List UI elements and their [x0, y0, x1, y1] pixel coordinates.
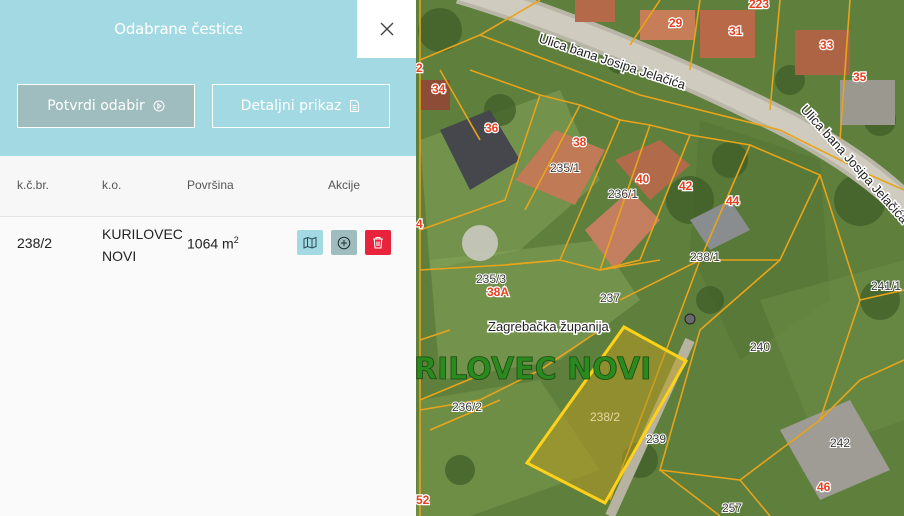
panel-title: Odabrane čestice — [114, 20, 243, 38]
confirm-selection-label: Potvrdi odabir — [47, 98, 145, 114]
parcel-number-label: 236/2 — [452, 400, 482, 414]
house-number: 36 — [485, 121, 499, 135]
selected-parcels-panel: Odabrane čestice Potvrdi odabir Detaljni… — [0, 0, 416, 516]
add-button[interactable] — [331, 230, 357, 255]
house-number: 52 — [416, 493, 430, 507]
column-parcel-number: k.č.br. — [17, 178, 50, 192]
parcel-number-label: 235/3 — [476, 272, 506, 286]
plus-circle-icon — [337, 236, 351, 249]
parcel-number-label: 240 — [750, 340, 770, 354]
parcel-number-label: 238/1 — [690, 250, 720, 264]
house-number: 31 — [729, 24, 743, 38]
parcel-number-label: 239 — [646, 432, 666, 446]
location-marker — [684, 313, 696, 325]
selected-parcel-label: 238/2 — [590, 410, 620, 424]
parcel-number-label: 236/1 — [608, 187, 638, 201]
confirm-selection-button[interactable]: Potvrdi odabir — [17, 84, 195, 128]
close-icon — [380, 22, 394, 36]
trash-icon — [373, 236, 383, 249]
close-button[interactable] — [357, 0, 416, 58]
parcel-number-label: 237 — [600, 291, 620, 305]
house-number: 38 — [573, 135, 587, 149]
play-circle-icon — [153, 100, 165, 112]
parcel-area-value: 1064 m — [187, 235, 234, 252]
house-number: 38A — [487, 285, 509, 299]
parcel-number-label: 257 — [722, 501, 742, 515]
delete-button[interactable] — [365, 230, 391, 255]
detail-view-button[interactable]: Detaljni prikaz — [212, 84, 390, 128]
area-unit-superscript: 2 — [233, 235, 239, 245]
cadastral-area: KURILOVEC NOVI — [102, 223, 183, 267]
house-number: 29 — [669, 16, 683, 30]
show-on-map-button[interactable] — [297, 230, 323, 255]
county-label: Zagrebačka županija — [488, 319, 609, 334]
table-header: k.č.br. k.o. Površina Akcije — [0, 156, 416, 217]
house-number: 40 — [636, 172, 650, 186]
house-number: 44 — [726, 194, 740, 208]
document-icon — [349, 100, 361, 112]
house-number: 33 — [820, 38, 834, 52]
house-number: 35 — [853, 70, 867, 84]
action-bar: Potvrdi odabir Detaljni prikaz — [0, 58, 416, 156]
house-number: 42 — [679, 179, 693, 193]
cadastral-area-line1: KURILOVEC — [102, 226, 183, 242]
house-number: 34 — [432, 82, 446, 96]
table-row: 238/2 KURILOVEC NOVI 1064 m2 — [0, 217, 416, 277]
cadastral-area-line2: NOVI — [102, 248, 137, 264]
house-number: 223 — [749, 0, 769, 11]
column-cadastral-area: k.o. — [102, 178, 122, 192]
parcel-number-label: 242 — [830, 436, 850, 450]
detail-view-label: Detaljni prikaz — [240, 98, 342, 114]
parcel-number: 238/2 — [17, 235, 53, 251]
map-canvas[interactable]: Ulica bana Josipa Jelačića Ulica bana Jo… — [416, 0, 904, 516]
parcel-area: 1064 m2 — [187, 235, 239, 252]
house-number: 2 — [416, 61, 423, 75]
parcel-number-label: 241/1 — [871, 279, 901, 293]
house-number: 4 — [416, 217, 423, 231]
parcel-number-label: 235/1 — [550, 161, 580, 175]
map-icon — [303, 236, 317, 249]
cadastral-map[interactable]: Ulica bana Josipa Jelačića Ulica bana Jo… — [416, 0, 904, 516]
house-number: 46 — [817, 480, 831, 494]
panel-header: Odabrane čestice — [0, 0, 357, 58]
cadastral-area-label: RILOVEC NOVI — [416, 352, 651, 387]
column-actions: Akcije — [328, 178, 361, 192]
column-area: Površina — [187, 178, 234, 192]
